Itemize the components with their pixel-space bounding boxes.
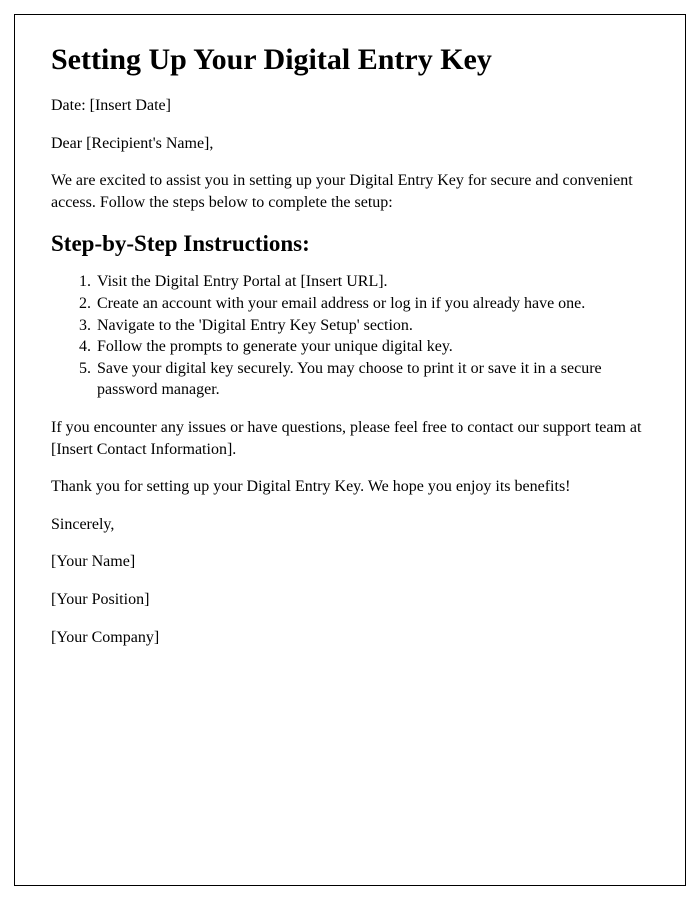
list-item: Save your digital key securely. You may …	[95, 358, 649, 401]
steps-heading: Step-by-Step Instructions:	[51, 231, 649, 257]
support-paragraph: If you encounter any issues or have ques…	[51, 417, 649, 460]
thanks-paragraph: Thank you for setting up your Digital En…	[51, 476, 649, 498]
list-item: Follow the prompts to generate your uniq…	[95, 336, 649, 358]
steps-list: Visit the Digital Entry Portal at [Inser…	[95, 271, 649, 401]
salutation: Dear [Recipient's Name],	[51, 133, 649, 155]
signature-company: [Your Company]	[51, 627, 649, 649]
list-item: Visit the Digital Entry Portal at [Inser…	[95, 271, 649, 293]
document-frame: Setting Up Your Digital Entry Key Date: …	[14, 14, 686, 886]
signature-name: [Your Name]	[51, 551, 649, 573]
page-title: Setting Up Your Digital Entry Key	[51, 43, 649, 77]
signature-position: [Your Position]	[51, 589, 649, 611]
closing: Sincerely,	[51, 514, 649, 536]
date-line: Date: [Insert Date]	[51, 95, 649, 117]
list-item: Create an account with your email addres…	[95, 293, 649, 315]
intro-paragraph: We are excited to assist you in setting …	[51, 170, 649, 213]
list-item: Navigate to the 'Digital Entry Key Setup…	[95, 315, 649, 337]
